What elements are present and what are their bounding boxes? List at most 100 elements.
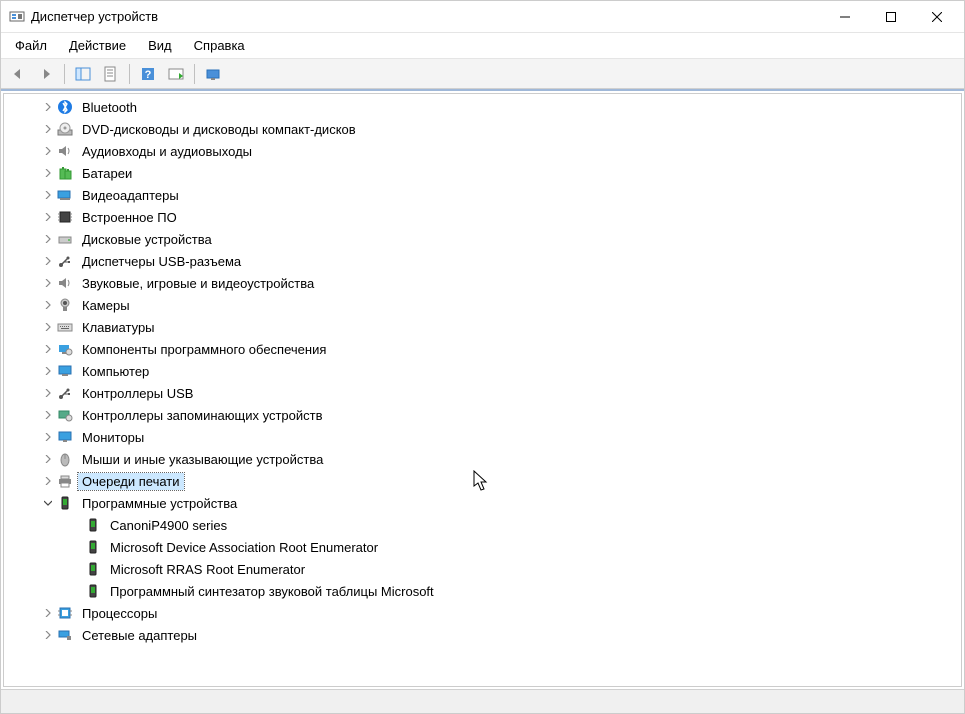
battery-icon [56, 165, 74, 181]
chevron-right-icon[interactable] [40, 385, 56, 401]
chevron-right-icon[interactable] [40, 187, 56, 203]
tree-label: Видеоадаптеры [78, 187, 183, 204]
chevron-right-icon[interactable] [40, 165, 56, 181]
menu-bar: Файл Действие Вид Справка [1, 33, 964, 59]
tree-node-bluetooth[interactable]: Bluetooth [32, 96, 961, 118]
tree-label: Компьютер [78, 363, 153, 380]
tree-label: Мониторы [78, 429, 148, 446]
tree-node-audio-io[interactable]: Аудиовходы и аудиовыходы [32, 140, 961, 162]
tree-node-network-adapters[interactable]: Сетевые адаптеры [32, 624, 961, 646]
tree-node-monitors[interactable]: Мониторы [32, 426, 961, 448]
tree-label: Дисковые устройства [78, 231, 216, 248]
tree-node-storage-controllers[interactable]: Контроллеры запоминающих устройств [32, 404, 961, 426]
chevron-down-icon[interactable] [40, 495, 56, 511]
chevron-right-icon[interactable] [40, 209, 56, 225]
show-hide-console-button[interactable] [70, 62, 96, 86]
tree-node-dvd[interactable]: DVD-дисководы и дисководы компакт-дисков [32, 118, 961, 140]
back-button[interactable] [5, 62, 31, 86]
tree-label: Bluetooth [78, 99, 141, 116]
tree-label: Очереди печати [78, 473, 184, 490]
window-title: Диспетчер устройств [31, 9, 822, 24]
action-button[interactable] [163, 62, 189, 86]
tree-node-software-components[interactable]: Компоненты программного обеспечения [32, 338, 961, 360]
network-adapter-icon [56, 627, 74, 643]
chevron-right-icon[interactable] [40, 231, 56, 247]
toolbar: ? [1, 59, 964, 89]
chevron-right-icon[interactable] [40, 605, 56, 621]
tree-node-firmware[interactable]: Встроенное ПО [32, 206, 961, 228]
svg-text:?: ? [145, 69, 152, 81]
tree-node-ms-wavetable-synth[interactable]: Программный синтезатор звуковой таблицы … [60, 580, 961, 602]
chevron-right-icon[interactable] [40, 99, 56, 115]
storage-controller-icon [56, 407, 74, 423]
chevron-right-icon[interactable] [40, 429, 56, 445]
toolbar-separator [64, 64, 65, 84]
chevron-right-icon[interactable] [40, 143, 56, 159]
tree-node-usb-connector-managers[interactable]: Диспетчеры USB-разъема [32, 250, 961, 272]
menu-help[interactable]: Справка [184, 36, 255, 55]
status-bar [1, 689, 964, 713]
tree-label: Программные устройства [78, 495, 241, 512]
chevron-right-icon[interactable] [40, 297, 56, 313]
tree-node-cameras[interactable]: Камеры [32, 294, 961, 316]
maximize-button[interactable] [868, 2, 914, 32]
tree-node-video-adapters[interactable]: Видеоадаптеры [32, 184, 961, 206]
chevron-right-icon[interactable] [40, 341, 56, 357]
chevron-right-icon[interactable] [40, 275, 56, 291]
tree-node-computer[interactable]: Компьютер [32, 360, 961, 382]
bluetooth-icon [56, 99, 74, 115]
tree-node-ms-device-assoc[interactable]: Microsoft Device Association Root Enumer… [60, 536, 961, 558]
content-area: Bluetooth DVD-дисководы и дисководы комп… [1, 89, 964, 689]
scan-hardware-button[interactable] [200, 62, 226, 86]
device-tree[interactable]: Bluetooth DVD-дисководы и дисководы комп… [3, 93, 962, 687]
menu-file[interactable]: Файл [5, 36, 57, 55]
software-device-icon [84, 517, 102, 533]
tree-label: Клавиатуры [78, 319, 159, 336]
software-device-icon [84, 561, 102, 577]
chevron-right-icon[interactable] [40, 407, 56, 423]
window-controls [822, 2, 960, 32]
tree-node-sound-video-game[interactable]: Звуковые, игровые и видеоустройства [32, 272, 961, 294]
toolbar-separator [194, 64, 195, 84]
tree-label: Процессоры [78, 605, 161, 622]
chevron-right-icon[interactable] [40, 473, 56, 489]
tree-label: Microsoft Device Association Root Enumer… [106, 539, 382, 556]
close-button[interactable] [914, 2, 960, 32]
tree-node-mice[interactable]: Мыши и иные указывающие устройства [32, 448, 961, 470]
mouse-icon [56, 451, 74, 467]
menu-view[interactable]: Вид [138, 36, 182, 55]
camera-icon [56, 297, 74, 313]
chevron-right-icon[interactable] [40, 363, 56, 379]
usb-icon [56, 253, 74, 269]
tree-node-ms-rras[interactable]: Microsoft RRAS Root Enumerator [60, 558, 961, 580]
tree-node-disk-drives[interactable]: Дисковые устройства [32, 228, 961, 250]
forward-button[interactable] [33, 62, 59, 86]
tree-label: Сетевые адаптеры [78, 627, 201, 644]
chevron-right-icon[interactable] [40, 253, 56, 269]
software-device-icon [84, 539, 102, 555]
tree-node-canon-ip4900[interactable]: CanoniP4900 series [60, 514, 961, 536]
chevron-right-icon[interactable] [40, 121, 56, 137]
tree-label: Камеры [78, 297, 134, 314]
speaker-icon [56, 143, 74, 159]
tree-label: Контроллеры USB [78, 385, 197, 402]
tree-label: DVD-дисководы и дисководы компакт-дисков [78, 121, 360, 138]
tree-node-print-queues[interactable]: Очереди печати [32, 470, 961, 492]
tree-node-batteries[interactable]: Батареи [32, 162, 961, 184]
properties-button[interactable] [98, 62, 124, 86]
toolbar-separator [129, 64, 130, 84]
display-adapter-icon [56, 187, 74, 203]
minimize-button[interactable] [822, 2, 868, 32]
tree-label: Microsoft RRAS Root Enumerator [106, 561, 309, 578]
software-component-icon [56, 341, 74, 357]
tree-node-processors[interactable]: Процессоры [32, 602, 961, 624]
tree-node-software-devices[interactable]: Программные устройства [32, 492, 961, 514]
tree-node-usb-controllers[interactable]: Контроллеры USB [32, 382, 961, 404]
chevron-right-icon[interactable] [40, 319, 56, 335]
chevron-right-icon[interactable] [40, 451, 56, 467]
chevron-right-icon[interactable] [40, 627, 56, 643]
menu-action[interactable]: Действие [59, 36, 136, 55]
help-button[interactable]: ? [135, 62, 161, 86]
disc-drive-icon [56, 121, 74, 137]
tree-node-keyboards[interactable]: Клавиатуры [32, 316, 961, 338]
